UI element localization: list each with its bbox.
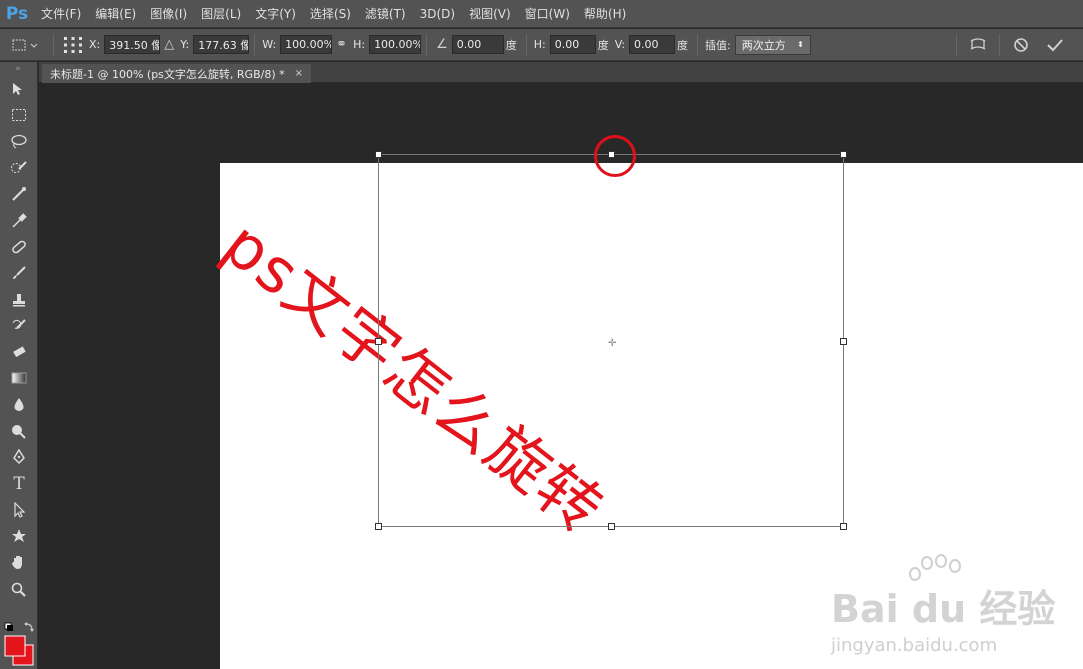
clone-stamp-tool-icon[interactable] xyxy=(0,286,38,312)
separator xyxy=(956,33,957,56)
menu-filter[interactable]: 滤镜(T) xyxy=(358,0,413,28)
handle-bottom-left[interactable] xyxy=(375,523,382,530)
dodge-tool-icon[interactable] xyxy=(0,418,38,444)
menu-type[interactable]: 文字(Y) xyxy=(248,0,303,28)
toolbox-collapse-icon[interactable]: » xyxy=(0,62,37,76)
x-field[interactable]: 391.50 像素 xyxy=(104,35,161,54)
photoshop-logo: Ps xyxy=(5,3,29,24)
close-icon[interactable]: × xyxy=(295,68,303,79)
menu-edit[interactable]: 编辑(E) xyxy=(88,0,143,28)
transform-bounding-box[interactable]: ✛ xyxy=(375,151,847,530)
transform-tool-preset-icon[interactable] xyxy=(4,38,44,52)
menu-bar: Ps 文件(F) 编辑(E) 图像(I) 图层(L) 文字(Y) 选择(S) 滤… xyxy=(0,0,1083,28)
horizontal-skew-field[interactable]: 0.00 xyxy=(549,35,596,54)
canvas-area[interactable]: ps文字怎么旋转 ✛ Bai du 经验 jingyan.baidu.com xyxy=(39,83,1083,669)
custom-shape-tool-icon[interactable] xyxy=(0,523,38,549)
document-tab[interactable]: 未标题-1 @ 100% (ps文字怎么旋转, RGB/8) * × xyxy=(42,64,311,83)
options-bar: X: 391.50 像素 △ Y: 177.63 像素 W: 100.00% ⚭… xyxy=(0,29,1083,61)
highlight-circle xyxy=(594,135,636,177)
hand-tool-icon[interactable] xyxy=(0,549,38,575)
vskew-label: V: xyxy=(614,38,626,51)
crosshair-icon: ✛ xyxy=(608,338,617,349)
warp-mode-icon[interactable] xyxy=(966,37,990,53)
menu-image[interactable]: 图像(I) xyxy=(143,0,194,28)
handle-bottom-center[interactable] xyxy=(608,523,615,530)
brush-tool-icon[interactable] xyxy=(0,260,38,286)
type-tool-icon[interactable]: T xyxy=(0,470,38,496)
quick-selection-tool-icon[interactable] xyxy=(0,155,38,181)
history-brush-tool-icon[interactable] xyxy=(0,313,38,339)
vertical-skew-field[interactable]: 0.00 xyxy=(629,35,676,54)
angle-icon: ∠ xyxy=(436,37,448,52)
path-selection-tool-icon[interactable] xyxy=(0,497,38,523)
handle-top-left[interactable] xyxy=(375,151,382,158)
baidu-jingyan-watermark: Bai du 经验 jingyan.baidu.com xyxy=(831,553,1081,663)
cancel-transform-icon[interactable] xyxy=(1009,37,1033,53)
chevron-updown-icon: ⬍ xyxy=(797,40,804,49)
angle-unit: 度 xyxy=(505,38,517,52)
menu-layer[interactable]: 图层(L) xyxy=(194,0,248,28)
rotate-angle-field[interactable]: 0.00 xyxy=(451,35,504,54)
separator xyxy=(525,33,527,56)
zoom-tool-icon[interactable] xyxy=(0,576,38,602)
width-field[interactable]: 100.00% xyxy=(280,35,333,54)
separator xyxy=(999,33,1000,56)
crop-tool-icon[interactable] xyxy=(0,181,38,207)
gradient-tool-icon[interactable] xyxy=(0,365,38,391)
document-tab-bar: 未标题-1 @ 100% (ps文字怎么旋转, RGB/8) * × xyxy=(39,62,1083,83)
move-tool-icon[interactable] xyxy=(0,76,38,102)
menu-select[interactable]: 选择(S) xyxy=(303,0,358,28)
healing-brush-tool-icon[interactable] xyxy=(0,234,38,260)
menu-help[interactable]: 帮助(H) xyxy=(577,0,633,28)
menu-file[interactable]: 文件(F) xyxy=(34,0,88,28)
separator xyxy=(697,33,699,56)
separator xyxy=(53,33,54,56)
interpolation-value: 两次立方 xyxy=(741,38,786,52)
hskew-unit: 度 xyxy=(597,38,609,52)
eyedropper-tool-icon[interactable] xyxy=(0,207,38,233)
marquee-tool-icon[interactable] xyxy=(0,102,38,128)
handle-middle-right[interactable] xyxy=(840,338,847,345)
y-field[interactable]: 177.63 像素 xyxy=(193,35,250,54)
menu-view[interactable]: 视图(V) xyxy=(462,0,518,28)
pen-tool-icon[interactable] xyxy=(0,444,38,470)
height-field[interactable]: 100.00% xyxy=(369,35,422,54)
watermark-logo-text: Bai du 经验 xyxy=(831,587,1056,631)
handle-middle-left[interactable] xyxy=(375,338,382,345)
menu-3d[interactable]: 3D(D) xyxy=(413,0,462,28)
handle-bottom-right[interactable] xyxy=(840,523,847,530)
lasso-tool-icon[interactable] xyxy=(0,129,38,155)
blur-tool-icon[interactable] xyxy=(0,392,38,418)
color-swatches[interactable] xyxy=(2,621,38,669)
w-label: W: xyxy=(262,38,277,51)
relative-position-icon[interactable]: △ xyxy=(164,37,174,52)
x-label: X: xyxy=(89,38,101,51)
interpolation-label: 插值: xyxy=(705,38,731,52)
reference-point-icon[interactable] xyxy=(63,36,83,54)
document-tab-title: 未标题-1 @ 100% (ps文字怎么旋转, RGB/8) * xyxy=(50,67,285,81)
toolbox: » T xyxy=(0,62,38,669)
interpolation-select[interactable]: 两次立方 ⬍ xyxy=(734,34,811,55)
watermark-url: jingyan.baidu.com xyxy=(831,635,998,656)
separator xyxy=(254,33,256,56)
eraser-tool-icon[interactable] xyxy=(0,339,38,365)
y-label: Y: xyxy=(180,38,190,51)
separator xyxy=(426,33,428,56)
hskew-label: H: xyxy=(533,38,546,51)
link-icon[interactable]: ⚭ xyxy=(336,37,347,52)
commit-transform-icon[interactable] xyxy=(1041,37,1069,53)
handle-top-right[interactable] xyxy=(840,151,847,158)
menu-window[interactable]: 窗口(W) xyxy=(518,0,577,28)
h-label: H: xyxy=(353,38,366,51)
vskew-unit: 度 xyxy=(677,38,689,52)
